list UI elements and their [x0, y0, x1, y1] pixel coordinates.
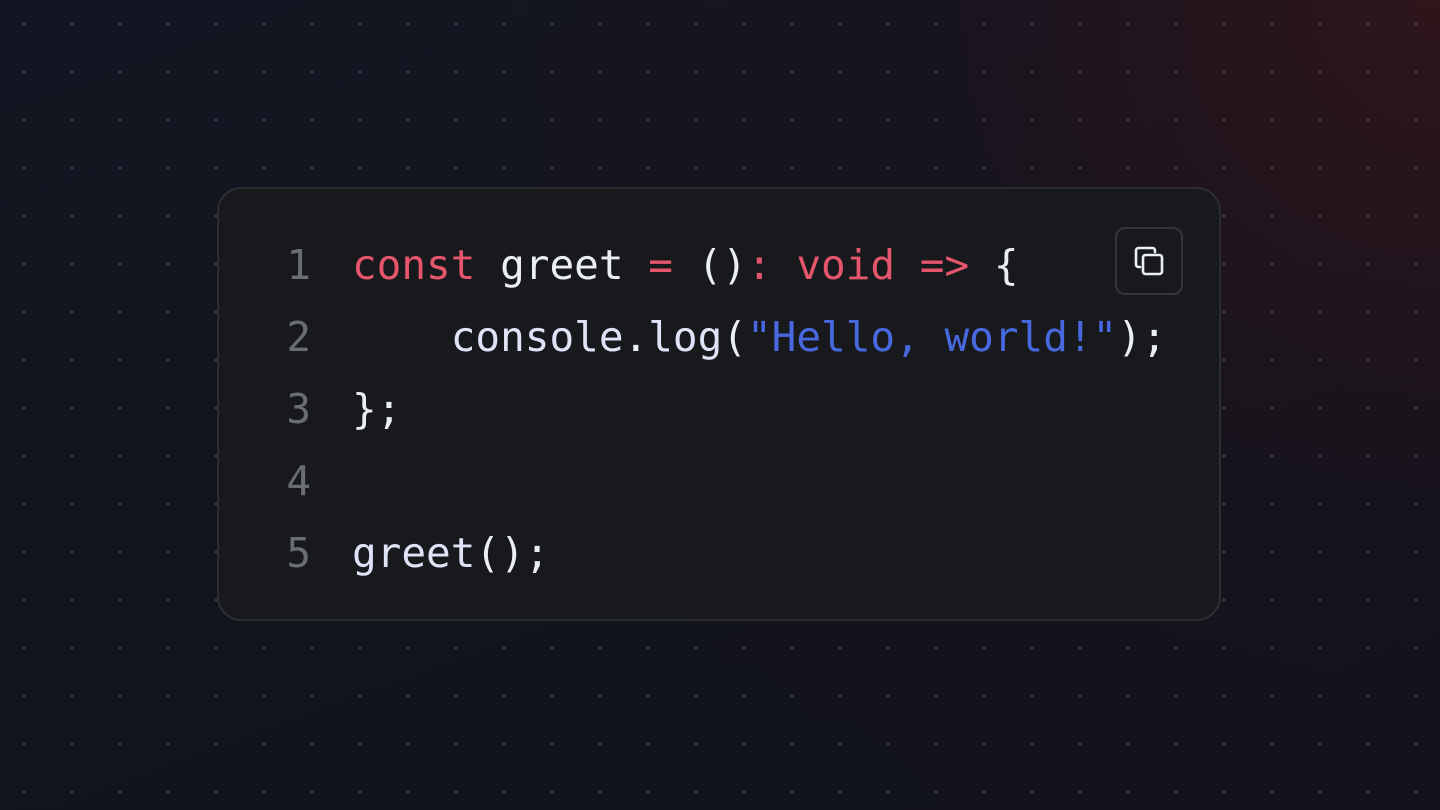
- line-code: console.log("Hello, world!");: [352, 301, 1167, 373]
- code-token-punctuation: .: [623, 313, 649, 361]
- code-token-identifier: greet: [500, 241, 624, 289]
- line-number: 5: [286, 529, 311, 577]
- line-number: 3: [286, 385, 311, 433]
- code-token-operator: =: [648, 241, 673, 289]
- code-token-punctuation: ();: [475, 529, 550, 577]
- line-number: 2: [286, 313, 311, 361]
- code-token-keyword: void: [796, 241, 896, 289]
- line-code: const greet = (): void => {: [352, 229, 1019, 301]
- code-line: 2 console.log("Hello, world!");: [219, 301, 1219, 373]
- code-line: 1 const greet = (): void => {: [219, 229, 1219, 301]
- code-token-string: "Hello, world!": [746, 313, 1118, 361]
- code-token-punctuation: };: [352, 385, 402, 433]
- code-token-operator: :: [746, 241, 772, 289]
- code-token-keyword: const: [352, 241, 476, 289]
- code-token-operator: =>: [919, 241, 970, 289]
- code-line: 5 greet();: [219, 517, 1219, 589]
- code-token-punctuation: {: [993, 241, 1019, 289]
- code-line: 4: [219, 445, 1219, 517]
- code-token-punctuation: (: [722, 313, 747, 361]
- code-lines: 1 const greet = (): void => {2 console.lo…: [219, 229, 1219, 589]
- code-block: 1 const greet = (): void => {2 console.lo…: [217, 187, 1221, 621]
- code-token-function: greet: [352, 529, 476, 577]
- code-token-function: log: [648, 313, 723, 361]
- code-token-punctuation: );: [1117, 313, 1167, 361]
- code-line: 3};: [219, 373, 1219, 445]
- line-number: 4: [286, 457, 311, 505]
- line-code: };: [352, 373, 401, 445]
- code-token-function: console: [450, 313, 624, 361]
- line-code: greet();: [352, 517, 549, 589]
- code-token-punctuation: (): [697, 241, 747, 289]
- line-number: 1: [286, 241, 311, 289]
